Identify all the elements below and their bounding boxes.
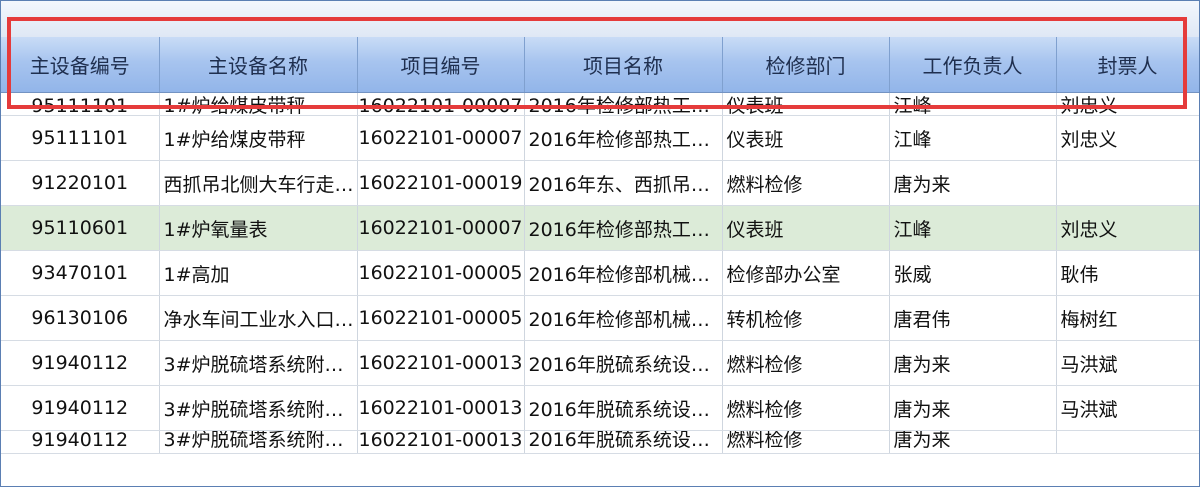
table-cell: 16022101-00005: [357, 295, 525, 341]
table-cell: 16022101-00019: [357, 160, 525, 206]
table-cell: 江峰: [889, 205, 1057, 251]
table-cell: 3#炉脱硫塔系统附…: [159, 385, 358, 431]
table-row[interactable]: 91940112 3#炉脱硫塔系统附… 16022101-00013 2016年脱硫系…: [1, 385, 1199, 431]
table-cell: 唐君伟: [889, 295, 1057, 341]
table-cell: 91940112: [1, 340, 160, 386]
table-cell: 16022101-00013: [357, 340, 525, 386]
table-cell: 仪表班: [722, 205, 890, 251]
column-header-project-code[interactable]: 项目编号: [357, 37, 525, 93]
table-cell: 唐为来: [889, 160, 1057, 206]
table-row[interactable]: 95110601 1#炉氧量表 16022101-00007 2016年检修部热工… 仪…: [1, 205, 1199, 251]
table-cell: 唐为来: [889, 430, 1057, 454]
table-cell: [1056, 430, 1199, 454]
table-cell: 仪表班: [722, 92, 890, 116]
table-cell: 燃料检修: [722, 430, 890, 454]
table-cell: 91940112: [1, 385, 160, 431]
table-cell: 刘忠义: [1056, 205, 1199, 251]
table-cell: 16022101-00013: [357, 430, 525, 454]
table-cell: 江峰: [889, 115, 1057, 161]
table-cell: 耿伟: [1056, 250, 1199, 296]
table-cell: 2016年检修部机械…: [524, 250, 723, 296]
table-cell: 95111101: [1, 92, 160, 116]
table-cell: 2016年脱硫系统设…: [524, 430, 723, 454]
table-cell: 2016年脱硫系统设…: [524, 340, 723, 386]
table-cell: [1056, 160, 1199, 206]
table-cell: 马洪斌: [1056, 340, 1199, 386]
table-row[interactable]: 95111101 1#炉给煤皮带秤 16022101-00007 2016年检修部热工…: [1, 92, 1199, 116]
column-header-work-leader[interactable]: 工作负责人: [889, 37, 1057, 93]
table-cell: 1#炉给煤皮带秤: [159, 115, 358, 161]
table-header-row: 主设备编号 主设备名称 项目编号 项目名称 检修部门 工作负责人 封票人: [1, 37, 1199, 93]
table-row[interactable]: 91940112 3#炉脱硫塔系统附… 16022101-00013 2016年脱硫系…: [1, 430, 1199, 454]
table-row[interactable]: 96130106 净水车间工业水入口… 16022101-00005 2016年检修部…: [1, 295, 1199, 341]
column-header-device-code[interactable]: 主设备编号: [1, 37, 160, 93]
table-cell: 仪表班: [722, 115, 890, 161]
maintenance-ticket-table: 主设备编号 主设备名称 项目编号 项目名称 检修部门 工作负责人 封票人 951…: [1, 37, 1199, 454]
table-cell: 2016年检修部热工…: [524, 115, 723, 161]
table-cell: 燃料检修: [722, 340, 890, 386]
column-header-device-name[interactable]: 主设备名称: [159, 37, 358, 93]
table-cell: 燃料检修: [722, 160, 890, 206]
table-cell: 张威: [889, 250, 1057, 296]
table-cell: 1#炉给煤皮带秤: [159, 92, 358, 116]
table-cell: 唐为来: [889, 385, 1057, 431]
table-cell: 马洪斌: [1056, 385, 1199, 431]
table-cell: 梅树红: [1056, 295, 1199, 341]
table-cell: 西抓吊北侧大车行走…: [159, 160, 358, 206]
table-cell: 3#炉脱硫塔系统附…: [159, 430, 358, 454]
table-cell: 91940112: [1, 430, 160, 454]
table-cell: 2016年东、西抓吊…: [524, 160, 723, 206]
table-cell: 江峰: [889, 92, 1057, 116]
table-row[interactable]: 93470101 1#高加 16022101-00005 2016年检修部机械… 检修部…: [1, 250, 1199, 296]
table-cell: 3#炉脱硫塔系统附…: [159, 340, 358, 386]
table-cell: 1#炉氧量表: [159, 205, 358, 251]
table-cell: 净水车间工业水入口…: [159, 295, 358, 341]
column-header-department[interactable]: 检修部门: [722, 37, 890, 93]
table-row[interactable]: 91220101 西抓吊北侧大车行走… 16022101-00019 2016年东、西…: [1, 160, 1199, 206]
table-cell: 刘忠义: [1056, 115, 1199, 161]
table-cell: 唐为来: [889, 340, 1057, 386]
table-cell: 95110601: [1, 205, 160, 251]
table-cell: 16022101-00007: [357, 205, 525, 251]
column-header-ticket-closer[interactable]: 封票人: [1056, 37, 1199, 93]
table-cell: 刘忠义: [1056, 92, 1199, 116]
table-cell: 2016年检修部热工…: [524, 205, 723, 251]
table-cell: 2016年脱硫系统设…: [524, 385, 723, 431]
data-grid-window: 主设备编号 主设备名称 项目编号 项目名称 检修部门 工作负责人 封票人 951…: [0, 0, 1200, 487]
table-cell: 96130106: [1, 295, 160, 341]
table-cell: 2016年检修部热工…: [524, 92, 723, 116]
table-cell: 16022101-00005: [357, 250, 525, 296]
table-cell: 95111101: [1, 115, 160, 161]
table-cell: 2016年检修部机械…: [524, 295, 723, 341]
table-row[interactable]: 91940112 3#炉脱硫塔系统附… 16022101-00013 2016年脱硫系…: [1, 340, 1199, 386]
table-cell: 91220101: [1, 160, 160, 206]
table-cell: 燃料检修: [722, 385, 890, 431]
table-cell: 16022101-00007: [357, 92, 525, 116]
table-cell: 转机检修: [722, 295, 890, 341]
table-cell: 16022101-00007: [357, 115, 525, 161]
grid-toolbar-strip: [1, 1, 1199, 38]
table-cell: 16022101-00013: [357, 385, 525, 431]
table-row[interactable]: 95111101 1#炉给煤皮带秤 16022101-00007 2016年检修部热工…: [1, 115, 1199, 161]
table-cell: 检修部办公室: [722, 250, 890, 296]
column-header-project-name[interactable]: 项目名称: [524, 37, 723, 93]
table-cell: 93470101: [1, 250, 160, 296]
table-cell: 1#高加: [159, 250, 358, 296]
